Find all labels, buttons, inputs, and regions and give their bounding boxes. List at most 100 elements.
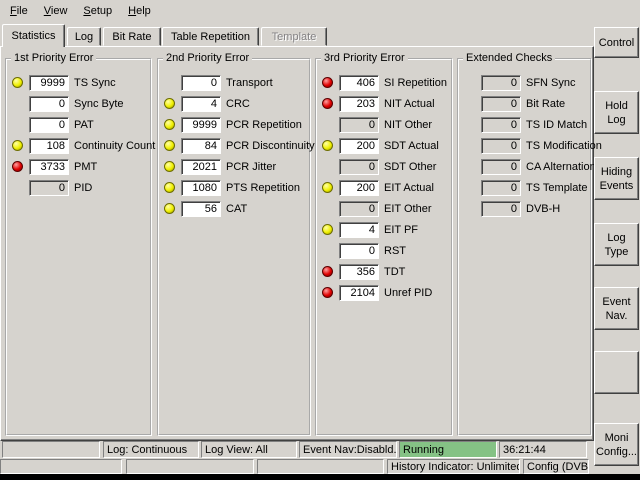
red-led-icon [322,77,333,88]
side-button-moni-config[interactable]: Moni Config... [594,423,639,466]
stat-row-sdt-actual: 200SDT Actual [322,137,450,154]
group-extended-checks: Extended Checks0SFN Sync0Bit Rate0TS ID … [457,58,592,436]
side-button-hold-log[interactable]: Hold Log [594,91,639,134]
stat-label: Continuity Count [74,140,155,152]
stat-row-ts-modification: 0TS Modification [464,137,589,154]
count-field-sdt-other: 0 [339,159,379,175]
screen-bottom-edge [0,474,640,480]
menu-file[interactable]: File [2,2,36,20]
status2-blank-panel [257,459,384,474]
stat-label: TS Sync [74,77,116,89]
status-log-view-all: Log View: All [201,441,297,458]
yellow-led-icon [164,140,175,151]
stat-row-cat: 56 CAT [164,200,308,217]
menu-help[interactable]: Help [120,2,159,20]
tab-log[interactable]: Log [67,27,101,46]
stat-label: PCR Repetition [226,119,302,131]
side-button-blank[interactable] [594,351,639,394]
count-field-ca-alternation: 0 [481,159,521,175]
group-title: 3rd Priority Error [321,52,408,65]
stat-label: EIT PF [384,224,418,236]
count-field-pcr-jitter: 2021 [181,159,221,175]
count-field-eit-actual: 200 [339,180,379,196]
stat-row-eit-pf: 4 EIT PF [322,221,450,238]
count-field-unref-pid: 2104 [339,285,379,301]
red-led-icon [322,287,333,298]
stat-label: PCR Discontinuity [226,140,315,152]
stat-label: CA Alternation [526,161,596,173]
count-field-sdt-actual: 200 [339,138,379,154]
stat-row-pat: 0PAT [12,116,149,133]
status-running: Running [399,441,497,458]
status-36-21-44: 36:21:44 [499,441,587,458]
stat-label: EIT Other [384,203,431,215]
count-field-cat: 56 [181,201,221,217]
stat-label: EIT Actual [384,182,434,194]
stat-label: SFN Sync [526,77,576,89]
menu-view[interactable]: View [36,2,76,20]
count-field-pmt: 3733 [29,159,69,175]
stat-row-tdt: 356TDT [322,263,450,280]
side-button-log-type[interactable]: Log Type [594,223,639,266]
red-led-icon [322,266,333,277]
stat-row-pcr-discontinuity: 84PCR Discontinuity [164,137,308,154]
yellow-led-icon [322,140,333,151]
side-button-hiding-events[interactable]: Hiding Events [594,157,639,200]
count-field-bit-rate: 0 [481,96,521,112]
count-field-nit-actual: 203 [339,96,379,112]
yellow-led-icon [164,119,175,130]
stat-row-crc: 4CRC [164,95,308,112]
count-field-pts-repetition: 1080 [181,180,221,196]
count-field-sync-byte: 0 [29,96,69,112]
stat-row-si-repetition: 406SI Repetition [322,74,450,91]
tab-bit-rate[interactable]: Bit Rate [103,27,161,46]
stat-row-pcr-jitter: 2021 PCR Jitter [164,158,308,175]
stat-label: DVB-H [526,203,560,215]
count-field-ts-id-match: 0 [481,117,521,133]
red-led-icon [12,161,23,172]
count-field-pcr-repetition: 9999 [181,117,221,133]
stat-label: PID [74,182,92,194]
group-title: 2nd Priority Error [163,52,252,65]
stat-row-unref-pid: 2104 Unref PID [322,284,450,301]
menu-setup[interactable]: Setup [75,2,120,20]
yellow-led-icon [322,224,333,235]
group-2nd-priority-error: 2nd Priority Error0Transport4CRC9999PCR … [157,58,311,436]
stat-label: CAT [226,203,247,215]
stat-label: Unref PID [384,287,432,299]
count-field-sfn-sync: 0 [481,75,521,91]
group-title: 1st Priority Error [11,52,96,65]
stat-row-nit-other: 0NIT Other [322,116,450,133]
count-field-continuity-count: 108 [29,138,69,154]
count-field-pid: 0 [29,180,69,196]
stat-label: Transport [226,77,273,89]
tab-table-repetition[interactable]: Table Repetition [162,27,259,46]
group-3rd-priority-error: 3rd Priority Error406SI Repetition203NIT… [315,58,453,436]
yellow-led-icon [164,182,175,193]
yellow-led-icon [164,161,175,172]
stat-row-pid: 0 PID [12,179,149,196]
stat-label: PCR Jitter [226,161,276,173]
count-field-dvb-h: 0 [481,201,521,217]
count-field-transport: 0 [181,75,221,91]
stat-label: SI Repetition [384,77,447,89]
side-button-control[interactable]: Control [594,27,639,58]
tab-statistics[interactable]: Statistics [2,24,65,47]
yellow-led-icon [164,203,175,214]
count-field-pcr-discontinuity: 84 [181,138,221,154]
stat-label: PTS Repetition [226,182,300,194]
stat-row-ts-sync: 9999TS Sync [12,74,149,91]
stat-row-eit-actual: 200 EIT Actual [322,179,450,196]
stat-label: NIT Actual [384,98,435,110]
stat-row-dvb-h: 0 DVB-H [464,200,589,217]
yellow-led-icon [322,182,333,193]
tab-template[interactable]: Template [261,27,327,46]
side-button-event-nav[interactable]: Event Nav. [594,287,639,330]
group-1st-priority-error: 1st Priority Error9999TS Sync0Sync Byte0… [5,58,152,436]
count-field-eit-pf: 4 [339,222,379,238]
stat-label: Sync Byte [74,98,124,110]
count-field-tdt: 356 [339,264,379,280]
stat-row-continuity-count: 108Continuity Count [12,137,149,154]
stat-row-eit-other: 0EIT Other [322,200,450,217]
stat-row-transport: 0 Transport [164,74,308,91]
